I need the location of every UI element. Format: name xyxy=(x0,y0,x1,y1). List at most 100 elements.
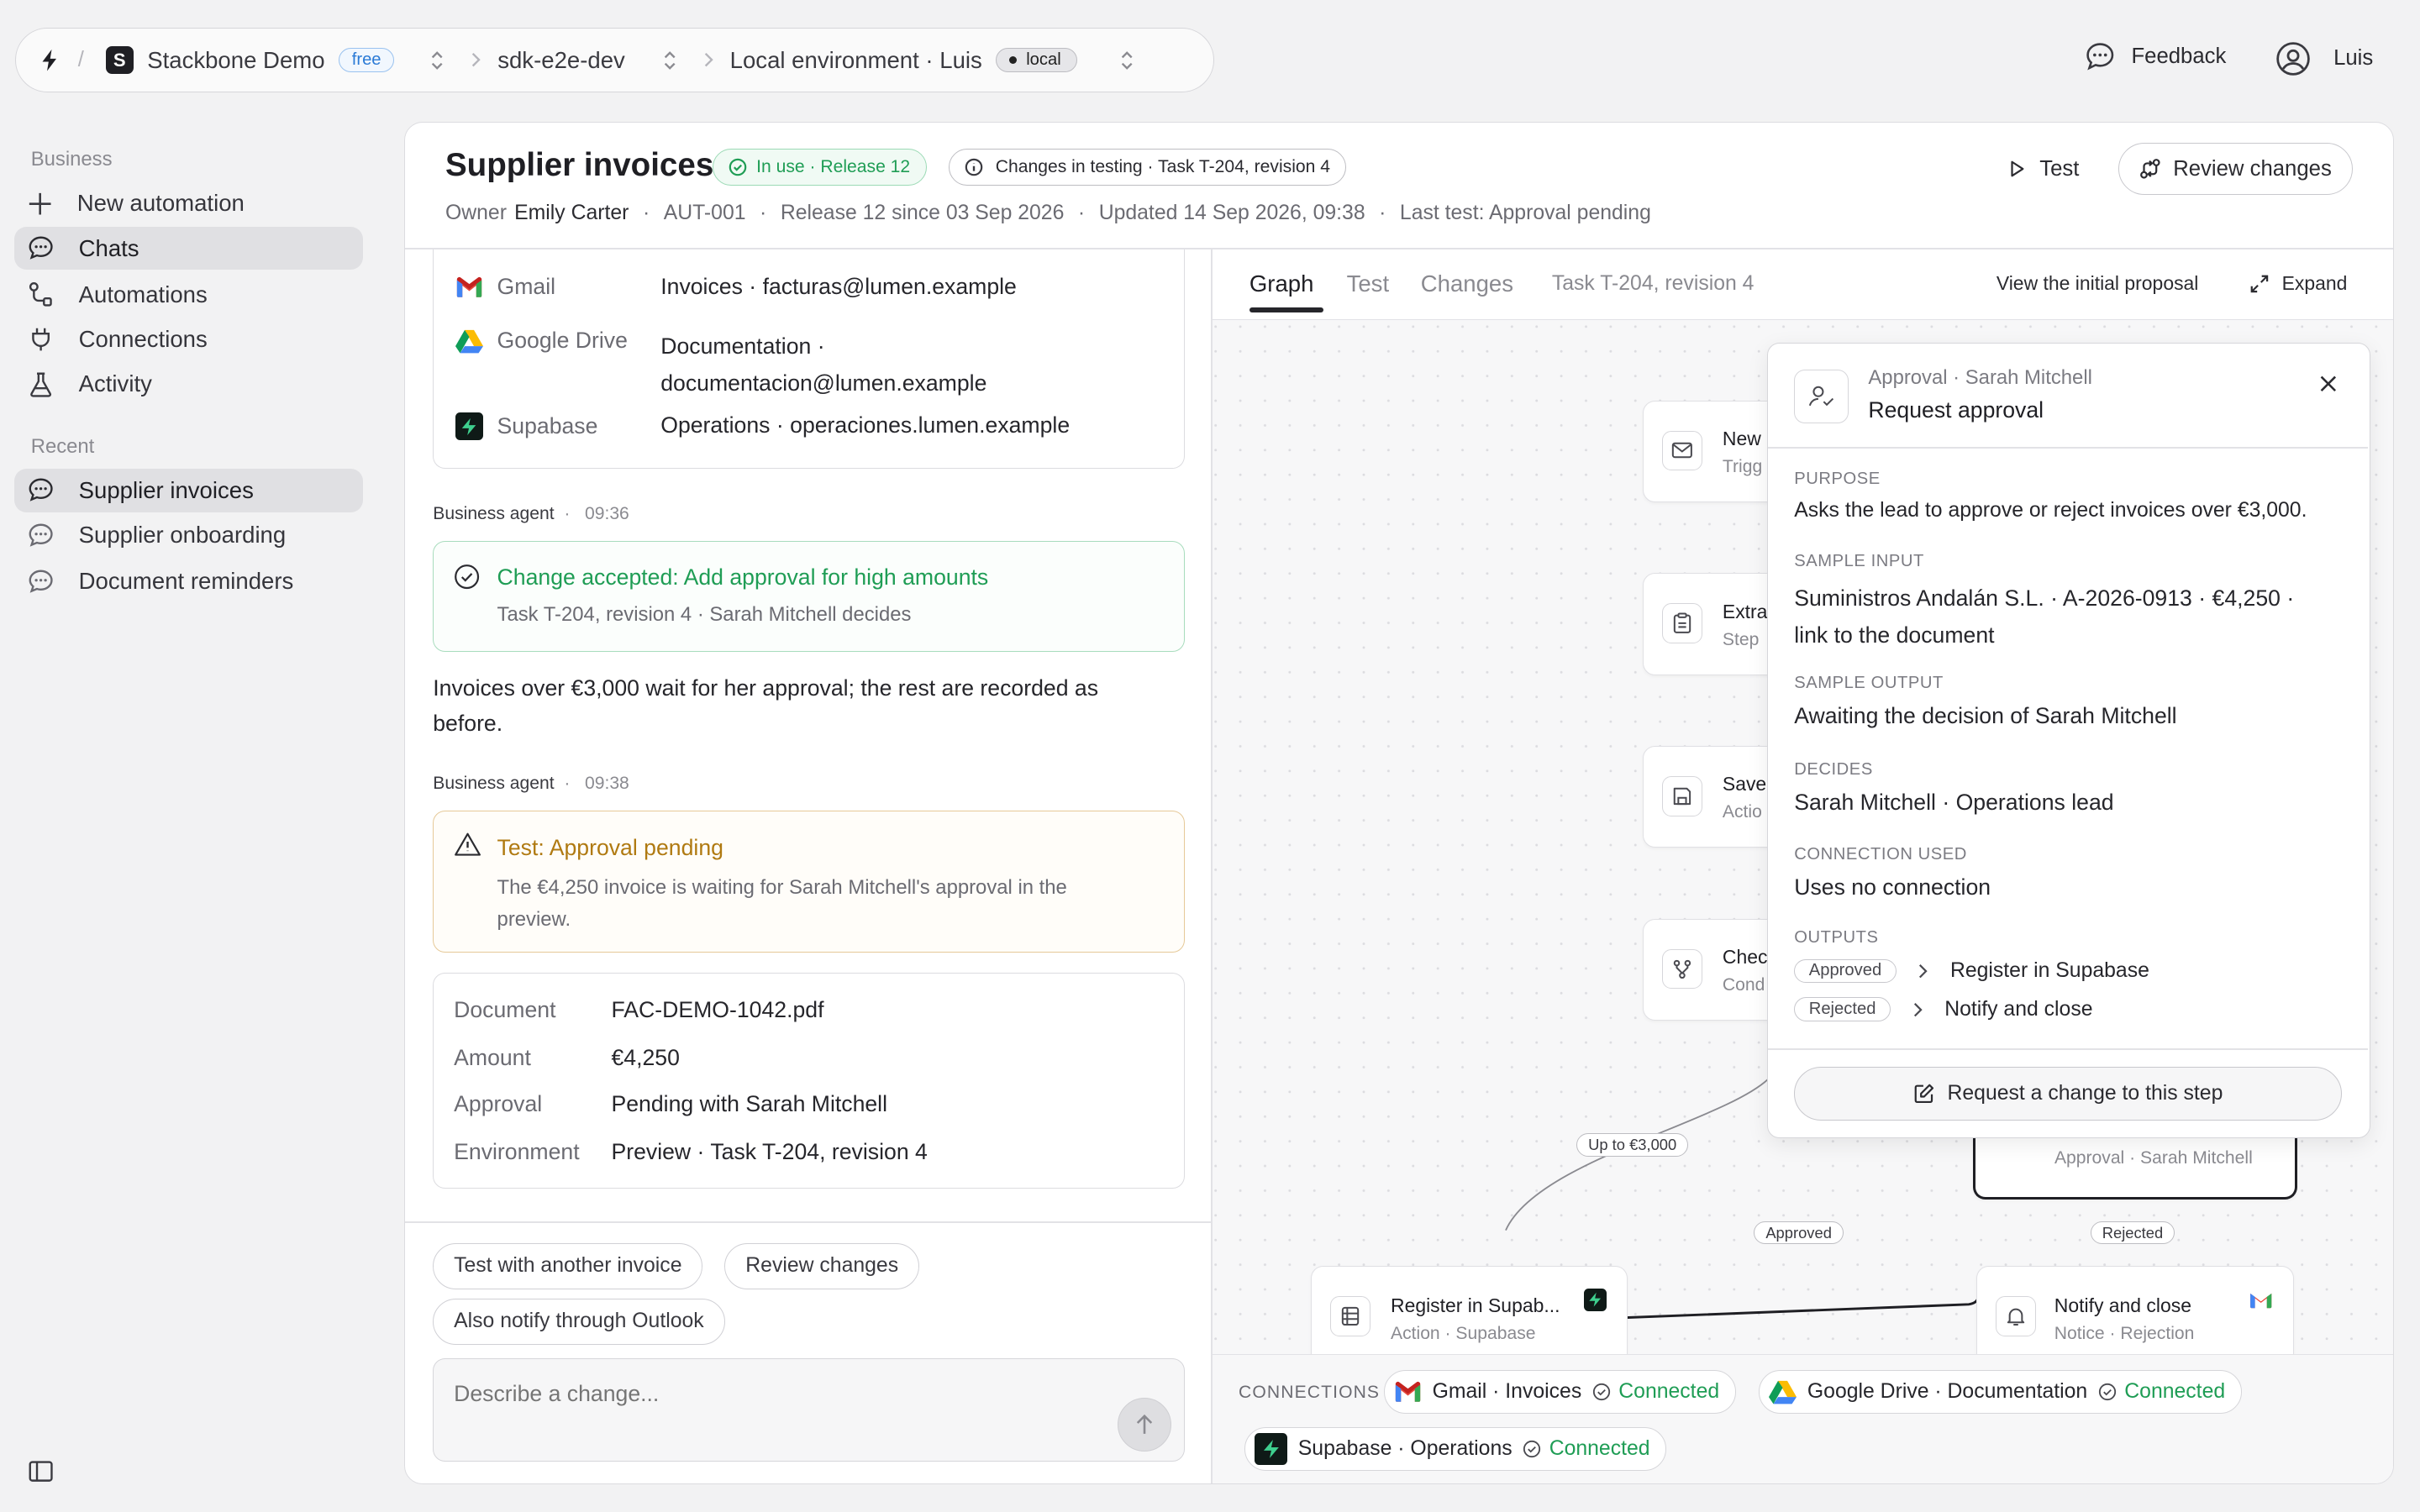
sidebar-recent-supplier-invoices[interactable]: Supplier invoices xyxy=(13,469,363,512)
connection-status-label: Connected xyxy=(1549,1436,1650,1460)
plus-icon xyxy=(28,192,52,216)
feedback-button[interactable]: Feedback xyxy=(2084,40,2226,73)
connection-status: Connected xyxy=(1592,1380,1719,1404)
info-icon xyxy=(965,158,983,176)
chat-bubble-icon xyxy=(28,477,54,503)
review-changes-button[interactable]: Review changes xyxy=(2118,142,2353,196)
output-target: Register in Supabase xyxy=(1949,958,2149,982)
outputs-heading: OUTPUTS xyxy=(1794,927,1879,947)
connection-name: Supabase · Operations xyxy=(1297,1436,1512,1460)
review-button-label: Review changes xyxy=(2173,156,2332,181)
connections-strip: CONNECTIONS Gmail · Invoices Connected G… xyxy=(1212,1353,2393,1483)
last-test-info: Last test: Approval pending xyxy=(1399,201,1651,224)
user-name: Luis xyxy=(2333,46,2374,71)
environment-name: Local environment · Luis xyxy=(729,46,982,73)
close-icon[interactable] xyxy=(2317,373,2339,395)
sidebar-item-activity[interactable]: Activity xyxy=(14,363,363,406)
detail-value: Preview · Task T-204, revision 4 xyxy=(611,1138,928,1164)
suggestion-chip[interactable]: Also notify through Outlook xyxy=(433,1298,725,1345)
org-avatar-icon: S xyxy=(105,46,134,75)
org-switcher[interactable]: S Stackbone Demo free xyxy=(105,46,445,75)
view-initial-proposal-link[interactable]: View the initial proposal xyxy=(1996,272,2199,295)
suggestion-chip[interactable]: Test with another invoice xyxy=(433,1242,703,1289)
send-button[interactable] xyxy=(1117,1398,1172,1452)
meta-dot: · xyxy=(1077,201,1086,224)
node-subtitle: Cond xyxy=(1722,974,1765,995)
expand-icon xyxy=(2249,274,2270,294)
detail-value: FAC-DEMO-1042.pdf xyxy=(611,996,824,1022)
composer-input[interactable] xyxy=(434,1359,1098,1452)
purpose-text: Asks the lead to approve or reject invoi… xyxy=(1794,499,2307,522)
user-menu-button[interactable]: Luis xyxy=(2275,40,2373,77)
step-detail-panel: Approval · Sarah Mitchell Request approv… xyxy=(1767,342,2371,1139)
gmail-icon xyxy=(2249,1290,2273,1309)
source-service: Supabase xyxy=(497,413,598,439)
node-title: Register in Supab... xyxy=(1391,1294,1560,1317)
tab-changes[interactable]: Changes xyxy=(1421,270,1513,297)
sidebar-item-chats[interactable]: Chats xyxy=(13,226,363,270)
sample-output-heading: SAMPLE OUTPUT xyxy=(1794,673,1944,692)
sidebar-toggle-icon[interactable] xyxy=(28,1458,54,1484)
changes-badge[interactable]: Changes in testing · Task T-204, revisio… xyxy=(948,149,1347,186)
status-badge: In use · Release 12 xyxy=(712,149,927,186)
source-value: Operations · operaciones.lumen.example xyxy=(660,412,1071,438)
connection-chip-google-drive[interactable]: Google Drive · Documentation Connected xyxy=(1758,1370,2242,1414)
chat-bubble-icon xyxy=(28,235,54,261)
owner-label: Owner xyxy=(445,201,507,224)
branch-icon xyxy=(1662,948,1703,990)
tab-test[interactable]: Test xyxy=(1347,270,1390,297)
meta-dot: · xyxy=(559,503,581,523)
connection-used-heading: CONNECTION USED xyxy=(1794,844,1967,864)
pending-text: The €4,250 invoice is waiting for Sarah … xyxy=(497,875,1067,932)
chevron-updown-icon[interactable] xyxy=(429,50,445,70)
release-info: Release 12 since 03 Sep 2026 xyxy=(780,201,1065,224)
sidebar-item-automations[interactable]: Automations xyxy=(14,273,363,316)
detail-value: Pending with Sarah Mitchell xyxy=(611,1090,888,1116)
graph-node-register-supabase[interactable]: Register in Supab... Action · Supabase xyxy=(1311,1266,1628,1356)
google-drive-icon xyxy=(455,328,483,354)
message-meta: Business agent · 09:36 xyxy=(433,504,629,524)
chat-thread[interactable]: Gmail Invoices · facturas@lumen.example … xyxy=(405,249,1211,1221)
sidebar-item-label: New automation xyxy=(76,190,245,217)
sidebar-item-new-automation[interactable]: New automation xyxy=(14,182,363,225)
automation-id: AUT-001 xyxy=(663,201,746,224)
gmail-icon xyxy=(455,276,483,298)
source-value-line: Documentation · xyxy=(660,333,825,360)
tab-graph[interactable]: Graph xyxy=(1249,270,1314,297)
agent-name: Business agent xyxy=(433,774,555,794)
sidebar-recent-document-reminders[interactable]: Document reminders xyxy=(14,560,363,603)
node-title: Notify and close xyxy=(2054,1294,2191,1317)
change-accepted-card: Change accepted: Add approval for high a… xyxy=(433,540,1185,653)
sidebar-item-label: Activity xyxy=(78,370,152,397)
request-change-button[interactable]: Request a change to this step xyxy=(1794,1067,2343,1121)
panel-divider xyxy=(1768,446,2369,449)
environment-switcher[interactable]: Local environment · Luis local xyxy=(730,47,1134,74)
sample-input-heading: SAMPLE INPUT xyxy=(1794,551,1924,570)
chevron-updown-icon[interactable] xyxy=(662,50,677,70)
clipboard-icon xyxy=(1662,603,1703,644)
graph-node-notify-close[interactable]: Notify and close Notice · Rejection xyxy=(1975,1266,2295,1356)
org-name: Stackbone Demo xyxy=(147,46,325,73)
bell-icon xyxy=(1995,1295,2036,1336)
chevron-right-icon xyxy=(1918,963,1928,979)
source-value: Invoices · facturas@lumen.example xyxy=(660,274,1017,300)
node-title: New xyxy=(1722,427,1761,449)
tab-active-indicator xyxy=(1249,307,1324,312)
sidebar-recent-supplier-onboarding[interactable]: Supplier onboarding xyxy=(14,514,363,557)
project-switcher[interactable]: sdk-e2e-dev xyxy=(497,47,677,74)
composer xyxy=(433,1358,1185,1462)
edge-label-up-to: Up to €3,000 xyxy=(1576,1133,1689,1157)
connection-chip-gmail[interactable]: Gmail · Invoices Connected xyxy=(1383,1370,1736,1414)
connection-chip-supabase[interactable]: Supabase · Operations Connected xyxy=(1244,1427,1666,1471)
pending-title: Test: Approval pending xyxy=(497,834,723,860)
stackbone-logo-icon[interactable] xyxy=(38,48,62,72)
check-circle-icon xyxy=(454,564,480,590)
user-check-icon xyxy=(1794,369,1849,424)
chevron-updown-icon[interactable] xyxy=(1119,50,1134,70)
detail-label: Approval xyxy=(454,1090,543,1116)
suggestion-chip[interactable]: Review changes xyxy=(724,1242,919,1289)
test-button[interactable]: Test xyxy=(2007,157,2079,181)
expand-button[interactable]: Expand xyxy=(2249,272,2347,295)
connection-status-label: Connected xyxy=(1618,1379,1720,1403)
sidebar-item-connections[interactable]: Connections xyxy=(14,318,363,360)
